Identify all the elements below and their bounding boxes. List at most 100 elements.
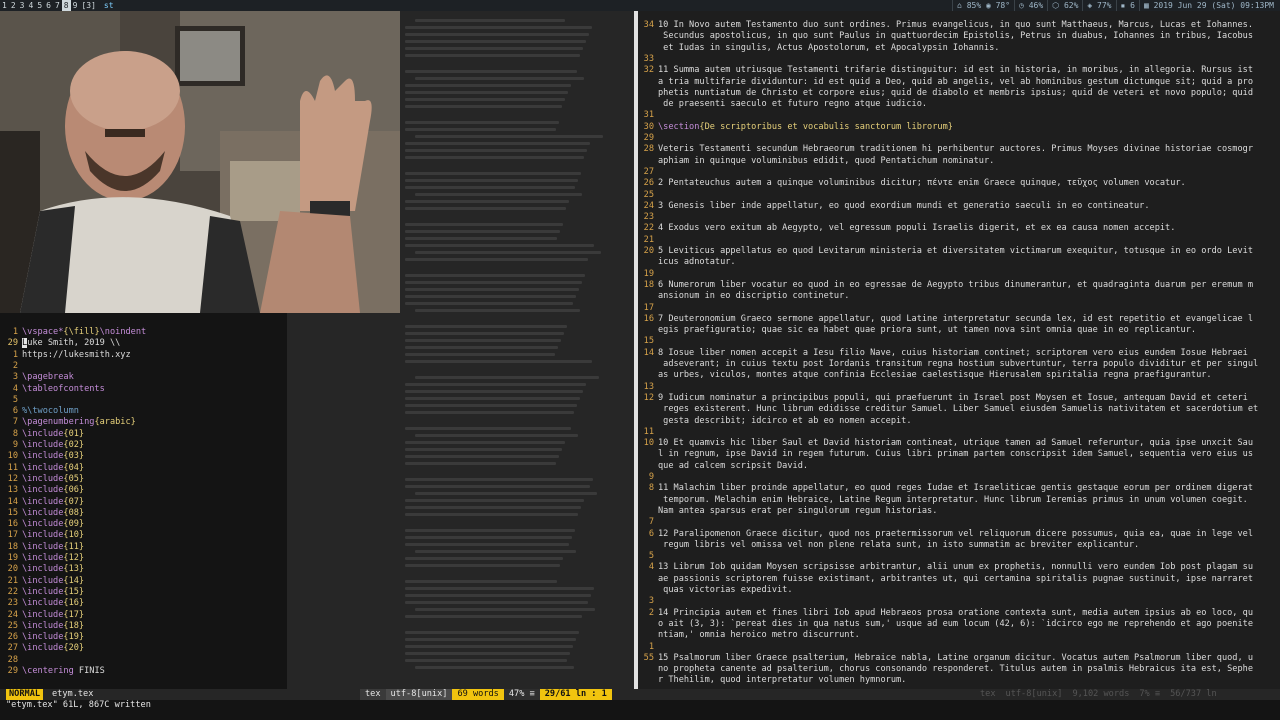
editor-line[interactable]: Nam antea sparsus erat per singulorum re… (638, 506, 1280, 517)
editor-line[interactable]: 1 \vspace*{\fill}\noindent (0, 327, 287, 338)
editor-line[interactable]: 15 \include{08} (0, 508, 287, 519)
editor-line[interactable]: 10 10 Et quamvis hic liber Saul et David … (638, 438, 1280, 449)
editor-line[interactable]: 1 https://lukesmith.xyz (0, 350, 287, 361)
editor-line[interactable]: 3 (638, 596, 1280, 607)
editor-line[interactable]: as urbes, viculos, montes atque confinia… (638, 370, 1280, 381)
editor-line[interactable]: 16 7 Deuteronomium Graeco sermone appella… (638, 314, 1280, 325)
editor-line[interactable]: 3 \pagebreak (0, 372, 287, 383)
editor-line[interactable]: ansionum in eo discriptio continetur. (638, 291, 1280, 302)
editor-line[interactable]: de praesenti saeculo et futuro regno atq… (638, 99, 1280, 110)
workspace-4[interactable]: 4 (26, 0, 35, 11)
editor-line[interactable]: 27 (638, 167, 1280, 178)
editor-line[interactable]: 25 \include{18} (0, 621, 287, 632)
editor-line[interactable]: 22 \include{15} (0, 587, 287, 598)
editor-line[interactable]: 18 6 Numerorum liber vocatur eo quod in e… (638, 280, 1280, 291)
editor-line[interactable]: 33 (638, 54, 1280, 65)
editor-line[interactable]: l in regnum, ipse David in regem futurum… (638, 449, 1280, 460)
editor-line[interactable]: 16 \include{09} (0, 519, 287, 530)
editor-line[interactable]: aphiam in quinque voluminibus edidit, qu… (638, 156, 1280, 167)
editor-line[interactable]: 29 Luke Smith, 2019 \\ (0, 338, 287, 349)
editor-line[interactable]: 25 (638, 190, 1280, 201)
editor-line[interactable]: 31 (638, 110, 1280, 121)
editor-line[interactable]: et Iudas in singulis, Actus Apostolorum,… (638, 43, 1280, 54)
editor-line[interactable]: 34 10 In Novo autem Testamento duo sunt o… (638, 20, 1280, 31)
command-line[interactable]: "etym.tex" 61L, 867C written (0, 700, 1280, 720)
workspace-5[interactable]: 5 (35, 0, 44, 11)
editor-line[interactable]: r Thehilim, quod interpretatur volumen h… (638, 675, 1280, 686)
editor-line[interactable]: icus adnotatur. (638, 257, 1280, 268)
editor-line[interactable]: 11 \include{04} (0, 463, 287, 474)
editor-line[interactable]: gesta describit; idcirco et ab eo nomen … (638, 416, 1280, 427)
editor-line[interactable]: 4 \tableofcontents (0, 384, 287, 395)
editor-line[interactable]: 28 (0, 655, 287, 666)
editor-line[interactable]: 1 (638, 642, 1280, 653)
editor-line[interactable]: 20 \include{13} (0, 564, 287, 575)
editor-line[interactable]: 28 Veteris Testamenti secundum Hebraeorum… (638, 144, 1280, 155)
left-editor-pane[interactable]: 1 \vspace*{\fill}\noindent 29 Luke Smith, 2… (0, 313, 287, 689)
workspace-1[interactable]: 1 (0, 0, 9, 11)
editor-line[interactable]: ae passionis scriptorem fuisse existiman… (638, 574, 1280, 585)
editor-line[interactable]: 7 (638, 517, 1280, 528)
workspace-7[interactable]: 7 (53, 0, 62, 11)
editor-line[interactable]: 23 \include{16} (0, 598, 287, 609)
editor-line[interactable]: 32 11 Summa autem utriusque Testamenti tr… (638, 65, 1280, 76)
editor-line[interactable]: 55 15 Psalmorum liber Graece psalterium, … (638, 653, 1280, 664)
editor-line[interactable]: ntiam,' omnia heroico metro discurrunt. (638, 630, 1280, 641)
editor-line[interactable]: 12 9 Iudicum nominatur a principibus popu… (638, 393, 1280, 404)
editor-line[interactable]: 22 4 Exodus vero exitum ab Aegypto, vel e… (638, 223, 1280, 234)
editor-line[interactable]: 14 \include{07} (0, 497, 287, 508)
editor-line[interactable]: 8 \include{01} (0, 429, 287, 440)
editor-line[interactable]: quas victorias expedivit. (638, 585, 1280, 596)
editor-line[interactable]: 5 (638, 551, 1280, 562)
editor-line[interactable]: 29 (638, 133, 1280, 144)
editor-line[interactable]: 4 13 Librum Iob quidam Moysen scripsisse … (638, 562, 1280, 573)
editor-line[interactable]: 14 8 Iosue liber nomen accepit a Iesu fil… (638, 348, 1280, 359)
editor-line[interactable]: 29 \centering FINIS (0, 666, 287, 677)
editor-line[interactable]: 11 (638, 427, 1280, 438)
editor-line[interactable]: 24 3 Genesis liber inde appellatur, eo qu… (638, 201, 1280, 212)
editor-line[interactable]: 10 \include{03} (0, 451, 287, 462)
editor-line[interactable]: 13 \include{06} (0, 485, 287, 496)
editor-line[interactable]: 13 (638, 382, 1280, 393)
editor-line[interactable]: 9 (638, 472, 1280, 483)
editor-line[interactable]: 21 \include{14} (0, 576, 287, 587)
editor-line[interactable]: 26 \include{19} (0, 632, 287, 643)
editor-line[interactable]: 17 (638, 303, 1280, 314)
editor-line[interactable]: 7 \pagenumbering{arabic} (0, 417, 287, 428)
editor-line[interactable]: 8 11 Malachim liber proinde appellatur, e… (638, 483, 1280, 494)
editor-line[interactable]: 27 \include{20} (0, 643, 287, 654)
editor-line[interactable]: regum libris vel omissa vel non plene re… (638, 540, 1280, 551)
editor-line[interactable]: 18 \include{11} (0, 542, 287, 553)
editor-line[interactable]: egis praefiguratio; quae sic ea habet qu… (638, 325, 1280, 336)
editor-line[interactable]: o ait (3, 3): `pereat dies in qua natus … (638, 619, 1280, 630)
editor-line[interactable]: 6 12 Paralipomenon Graece dicitur, quod n… (638, 529, 1280, 540)
editor-line[interactable]: 24 \include{17} (0, 610, 287, 621)
editor-line[interactable]: adseverant; in cuius textu post Iordanis… (638, 359, 1280, 370)
workspace-8[interactable]: 8 (61, 0, 71, 11)
editor-line[interactable]: 2 (0, 361, 287, 372)
editor-line[interactable]: 19 (638, 269, 1280, 280)
editor-line[interactable]: 9 \include{02} (0, 440, 287, 451)
workspace-2[interactable]: 2 (9, 0, 18, 11)
editor-line[interactable]: reges existerent. Hunc librum edidisse c… (638, 404, 1280, 415)
editor-line[interactable]: 2 14 Principia autem et fines libri Iob a… (638, 608, 1280, 619)
right-editor-pane[interactable]: 34 10 In Novo autem Testamento duo sunt o… (638, 11, 1280, 689)
editor-line[interactable]: 30 \section{De scriptoribus et vocabulis … (638, 122, 1280, 133)
editor-line[interactable]: que ad calcem scripsit David. (638, 461, 1280, 472)
editor-line[interactable]: Secundus apostolicus, in quo sunt Paulus… (638, 31, 1280, 42)
workspace-3[interactable]: 3 (18, 0, 27, 11)
editor-line[interactable]: 17 \include{10} (0, 530, 287, 541)
editor-line[interactable]: a tria multifarie dividuntur: id est qui… (638, 77, 1280, 88)
editor-line[interactable]: 19 \include{12} (0, 553, 287, 564)
workspace-9[interactable]: 9 (71, 0, 80, 11)
editor-line[interactable]: 21 (638, 235, 1280, 246)
editor-line[interactable]: 26 2 Pentateuchus autem a quinque volumin… (638, 178, 1280, 189)
editor-line[interactable]: 23 (638, 212, 1280, 223)
workspace-10[interactable]: [3] (79, 0, 97, 11)
editor-line[interactable]: 15 (638, 336, 1280, 347)
editor-line[interactable]: temporum. Melachim enim Hebraice, Latine… (638, 495, 1280, 506)
editor-line[interactable]: 20 5 Leviticus appellatus eo quod Levitar… (638, 246, 1280, 257)
editor-line[interactable]: 6 %\twocolumn (0, 406, 287, 417)
editor-line[interactable]: 12 \include{05} (0, 474, 287, 485)
editor-line[interactable]: no propheta canente ad psalterium, choru… (638, 664, 1280, 675)
